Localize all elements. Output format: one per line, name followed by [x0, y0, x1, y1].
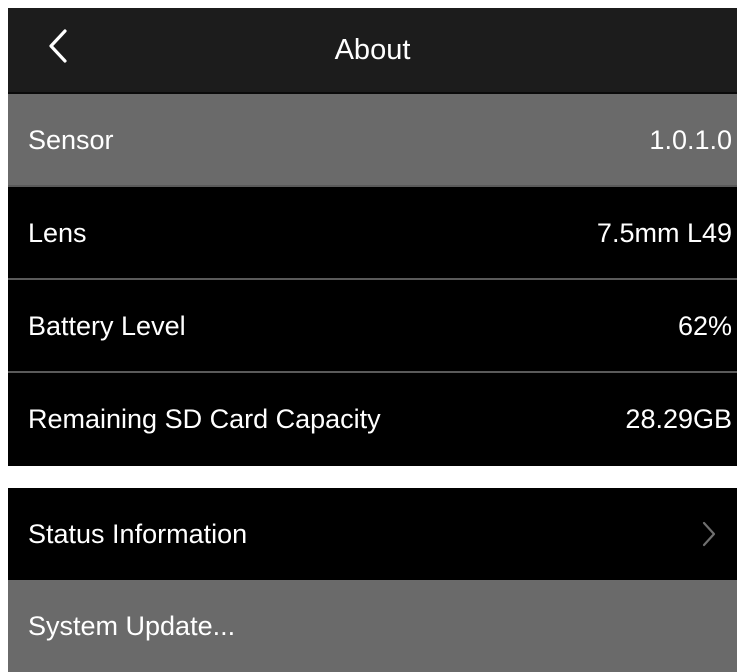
sd-capacity-row[interactable]: Remaining SD Card Capacity 28.29GB [8, 373, 737, 466]
top-bar: About [8, 8, 737, 94]
system-update-row[interactable]: System Update... [8, 580, 737, 672]
device-info-list: Sensor 1.0.1.0 Lens 7.5mm L49 Battery Le… [8, 94, 737, 466]
sd-capacity-value: 28.29GB [625, 404, 732, 434]
actions-list: Status Information System Update... [8, 488, 737, 672]
status-information-row[interactable]: Status Information [8, 488, 737, 580]
battery-level-label: Battery Level [28, 311, 186, 341]
chevron-left-icon [49, 29, 67, 63]
status-information-label: Status Information [28, 518, 248, 549]
sensor-version-value: 1.0.1.0 [649, 125, 732, 155]
about-screen: About Sensor 1.0.1.0 Lens 7.5mm L49 Batt… [8, 8, 737, 672]
chevron-right-icon [702, 521, 716, 547]
battery-level-row[interactable]: Battery Level 62% [8, 280, 737, 373]
battery-level-value: 62% [677, 311, 732, 341]
sensor-row[interactable]: Sensor 1.0.1.0 [8, 94, 737, 187]
lens-label: Lens [28, 218, 87, 248]
back-button[interactable] [36, 24, 80, 68]
lens-value: 7.5mm L49 [596, 218, 732, 248]
sensor-label: Sensor [28, 125, 114, 155]
lens-row[interactable]: Lens 7.5mm L49 [8, 187, 737, 280]
page-title: About [334, 34, 411, 66]
system-update-label: System Update... [28, 610, 236, 641]
sd-capacity-label: Remaining SD Card Capacity [28, 404, 381, 434]
